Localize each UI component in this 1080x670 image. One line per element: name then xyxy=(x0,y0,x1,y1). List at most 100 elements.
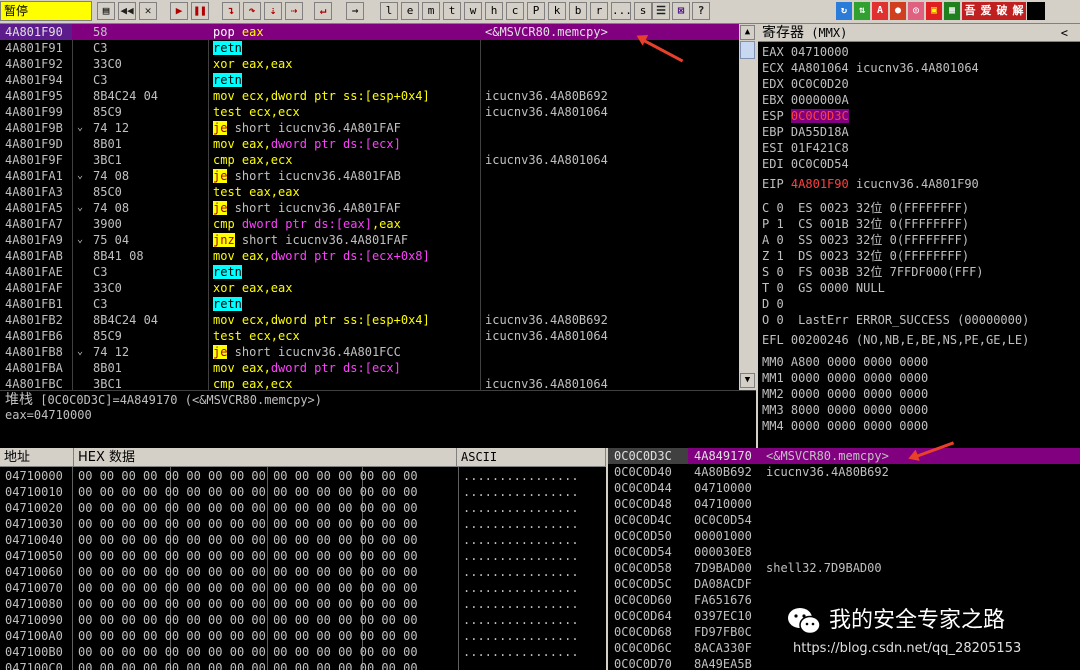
disassembly-scrollbar[interactable]: ▲ ▼ xyxy=(739,24,756,390)
register-row[interactable]: EDX 0C0C0D20 xyxy=(762,76,849,92)
register-row[interactable]: ECX 4A801064 icucnv36.4A801064 xyxy=(762,60,979,76)
disasm-row[interactable]: 4A801FB8 ⌄ 74 12 je short icucnv36.4A801FCC xyxy=(0,344,739,360)
mmx-row[interactable]: MM1 0000 0000 0000 0000 xyxy=(762,370,928,386)
stack-row[interactable]: 0C0C0D70 8A49EA5B xyxy=(608,656,1080,670)
window-button-9[interactable]: b xyxy=(569,2,587,20)
close-icon[interactable]: ✕ xyxy=(139,2,157,20)
flag-row[interactable]: A 0 SS 0023 32位 0(FFFFFFFF) xyxy=(762,232,969,248)
disasm-row[interactable]: 4A801F95 8B4C24 04 mov ecx,dword ptr ss:[e… xyxy=(0,88,739,104)
dump-row[interactable]: 04710010 00 00 00 00 00 00 00 00 00 00 00… xyxy=(0,484,606,500)
disasm-row[interactable]: 4A801FB1 C3 retn xyxy=(0,296,739,312)
reg-value[interactable]: 0C0C0D20 xyxy=(791,77,849,91)
dump-row[interactable]: 04710020 00 00 00 00 00 00 00 00 00 00 00… xyxy=(0,500,606,516)
efl-row[interactable]: EFL 00200246 (NO,NB,E,BE,NS,PE,GE,LE) xyxy=(762,332,1029,348)
dump-header-ascii[interactable]: ASCII xyxy=(457,448,606,467)
disasm-row[interactable]: 4A801F94 C3 retn xyxy=(0,72,739,88)
list-icon[interactable]: ☰ xyxy=(652,2,670,20)
dump-row[interactable]: 047100A0 00 00 00 00 00 00 00 00 00 00 00… xyxy=(0,628,606,644)
po-button[interactable]: 破 xyxy=(994,2,1010,20)
window-button-5[interactable]: h xyxy=(485,2,503,20)
reg-value[interactable]: 01F421C8 xyxy=(791,141,849,155)
window-icon[interactable]: ▣ xyxy=(926,2,942,20)
reg-value[interactable]: 0C0C0D54 xyxy=(791,157,849,171)
register-row[interactable]: EDI 0C0C0D54 xyxy=(762,156,849,172)
disasm-row[interactable]: 4A801FB6 85C9 test ecx,ecx icucnv36.4A80106… xyxy=(0,328,739,344)
dump-header-address[interactable]: 地址 xyxy=(0,448,74,467)
disasm-row[interactable]: 4A801F90 58 pop eax <&MSVCR80.memcpy> xyxy=(0,24,739,40)
step-over-icon[interactable]: ↷ xyxy=(243,2,261,20)
reg-value[interactable]: DA55D18A xyxy=(791,125,849,139)
window-button-4[interactable]: w xyxy=(464,2,482,20)
dump-row[interactable]: 04710090 00 00 00 00 00 00 00 00 00 00 00… xyxy=(0,612,606,628)
register-row[interactable]: ESI 01F421C8 xyxy=(762,140,849,156)
reg-value[interactable]: 0000000A xyxy=(791,93,849,107)
window-button-2[interactable]: m xyxy=(422,2,440,20)
disassembly-pane[interactable]: 4A801F90 58 pop eax <&MSVCR80.memcpy> 4A801F… xyxy=(0,24,739,390)
flag-row[interactable]: P 1 CS 001B 32位 0(FFFFFFFF) xyxy=(762,216,969,232)
registers-header[interactable]: 寄存器 (MMX) < xyxy=(758,24,1080,42)
pause-icon[interactable]: ❚❚ xyxy=(191,2,209,20)
disasm-row[interactable]: 4A801F9B ⌄ 74 12 je short icucnv36.4A801FAF xyxy=(0,120,739,136)
dump-row[interactable]: 04710000 00 00 00 00 00 00 00 00 00 00 00… xyxy=(0,468,606,484)
register-row-eip[interactable]: EIP 4A801F90 icucnv36.4A801F90 xyxy=(762,176,979,192)
reg-value[interactable]: 4A801F90 xyxy=(791,177,849,191)
flag-row[interactable]: O 0 LastErr ERROR_SUCCESS (00000000) xyxy=(762,312,1029,328)
ai-button[interactable]: 爱 xyxy=(978,2,994,20)
stack-row[interactable]: 0C0C0D3C 4A849170 <&MSVCR80.memcpy> xyxy=(608,448,1080,464)
dump-row[interactable]: 04710040 00 00 00 00 00 00 00 00 00 00 00… xyxy=(0,532,606,548)
step-into-icon[interactable]: ↴ xyxy=(222,2,240,20)
window-button-1[interactable]: e xyxy=(401,2,419,20)
register-row[interactable]: ESP 0C0C0D3C xyxy=(762,108,849,124)
scroll-down-icon[interactable]: ▼ xyxy=(740,373,755,388)
mmx-row[interactable]: MM0 A800 0000 0000 0000 xyxy=(762,354,928,370)
goto-icon[interactable]: → xyxy=(346,2,364,20)
disasm-row[interactable]: 4A801FAE C3 retn xyxy=(0,264,739,280)
disasm-row[interactable]: 4A801F9D 8B01 mov eax,dword ptr ds:[ecx] xyxy=(0,136,739,152)
collapse-icon[interactable]: < xyxy=(1061,24,1068,42)
refresh-icon[interactable]: ↻ xyxy=(836,2,852,20)
compare-icon[interactable]: ⇅ xyxy=(854,2,870,20)
disasm-row[interactable]: 4A801F9F 3BC1 cmp eax,ecx icucnv36.4A801064 xyxy=(0,152,739,168)
dump-row[interactable]: 04710030 00 00 00 00 00 00 00 00 00 00 00… xyxy=(0,516,606,532)
window-button-6[interactable]: c xyxy=(506,2,524,20)
options-icon[interactable]: ⊠ xyxy=(672,2,690,20)
open-icon[interactable]: ▤ xyxy=(97,2,115,20)
dump-header-hex[interactable]: HEX 数据 xyxy=(74,448,457,467)
stack-row[interactable]: 0C0C0D5C DA08ACDF xyxy=(608,576,1080,592)
disasm-row[interactable]: 4A801FA9 ⌄ 75 04 jnz short icucnv36.4A801FA… xyxy=(0,232,739,248)
disasm-row[interactable]: 4A801FBA 8B01 mov eax,dword ptr ds:[ecx] xyxy=(0,360,739,376)
window-button-12[interactable]: s xyxy=(634,2,652,20)
hex-dump-pane[interactable]: 地址 HEX 数据 ASCII 04710000 00 00 00 00 00 0… xyxy=(0,448,606,670)
stack-row[interactable]: 0C0C0D4C 0C0C0D54 xyxy=(608,512,1080,528)
disasm-row[interactable]: 4A801FAF 33C0 xor eax,eax xyxy=(0,280,739,296)
window-button-11[interactable]: ... xyxy=(611,2,631,20)
execute-till-return-icon[interactable]: ↵ xyxy=(314,2,332,20)
stack-row[interactable]: 0C0C0D44 04710000 xyxy=(608,480,1080,496)
trace-into-icon[interactable]: ⇣ xyxy=(264,2,282,20)
flag-row[interactable]: S 0 FS 003B 32位 7FFDF000(FFF) xyxy=(762,264,984,280)
jie-button[interactable]: 解 xyxy=(1010,2,1026,20)
reg-value[interactable]: 4A801064 xyxy=(791,61,849,75)
mmx-row[interactable]: MM4 0000 0000 0000 0000 xyxy=(762,418,928,434)
disasm-row[interactable]: 4A801F91 C3 retn xyxy=(0,40,739,56)
mmx-row[interactable]: MM3 8000 0000 0000 0000 xyxy=(762,402,928,418)
window-button-0[interactable]: l xyxy=(380,2,398,20)
disasm-row[interactable]: 4A801FA3 85C0 test eax,eax xyxy=(0,184,739,200)
stack-row[interactable]: 0C0C0D48 04710000 xyxy=(608,496,1080,512)
record-icon[interactable]: ● xyxy=(890,2,906,20)
dump-row[interactable]: 04710070 00 00 00 00 00 00 00 00 00 00 00… xyxy=(0,580,606,596)
window-button-10[interactable]: r xyxy=(590,2,608,20)
target-icon[interactable]: ◎ xyxy=(908,2,924,20)
scroll-up-icon[interactable]: ▲ xyxy=(740,25,755,40)
stack-row[interactable]: 0C0C0D54 000030E8 xyxy=(608,544,1080,560)
flag-row[interactable]: C 0 ES 0023 32位 0(FFFFFFFF) xyxy=(762,200,969,216)
run-icon[interactable]: ▶ xyxy=(170,2,188,20)
font-a-icon[interactable]: A xyxy=(872,2,888,20)
disasm-row[interactable]: 4A801FB2 8B4C24 04 mov ecx,dword ptr ss:[e… xyxy=(0,312,739,328)
disasm-row[interactable]: 4A801FA5 ⌄ 74 08 je short icucnv36.4A801FAF xyxy=(0,200,739,216)
stack-row[interactable]: 0C0C0D50 00001000 xyxy=(608,528,1080,544)
reg-value[interactable]: 0C0C0D3C xyxy=(790,109,849,123)
registers-pane[interactable]: 寄存器 (MMX) < EAX 04710000 ECX 4A801064 ic… xyxy=(758,24,1080,448)
dump-row[interactable]: 047100C0 00 00 00 00 00 00 00 00 00 00 00… xyxy=(0,660,606,670)
trace-over-icon[interactable]: ⇢ xyxy=(285,2,303,20)
